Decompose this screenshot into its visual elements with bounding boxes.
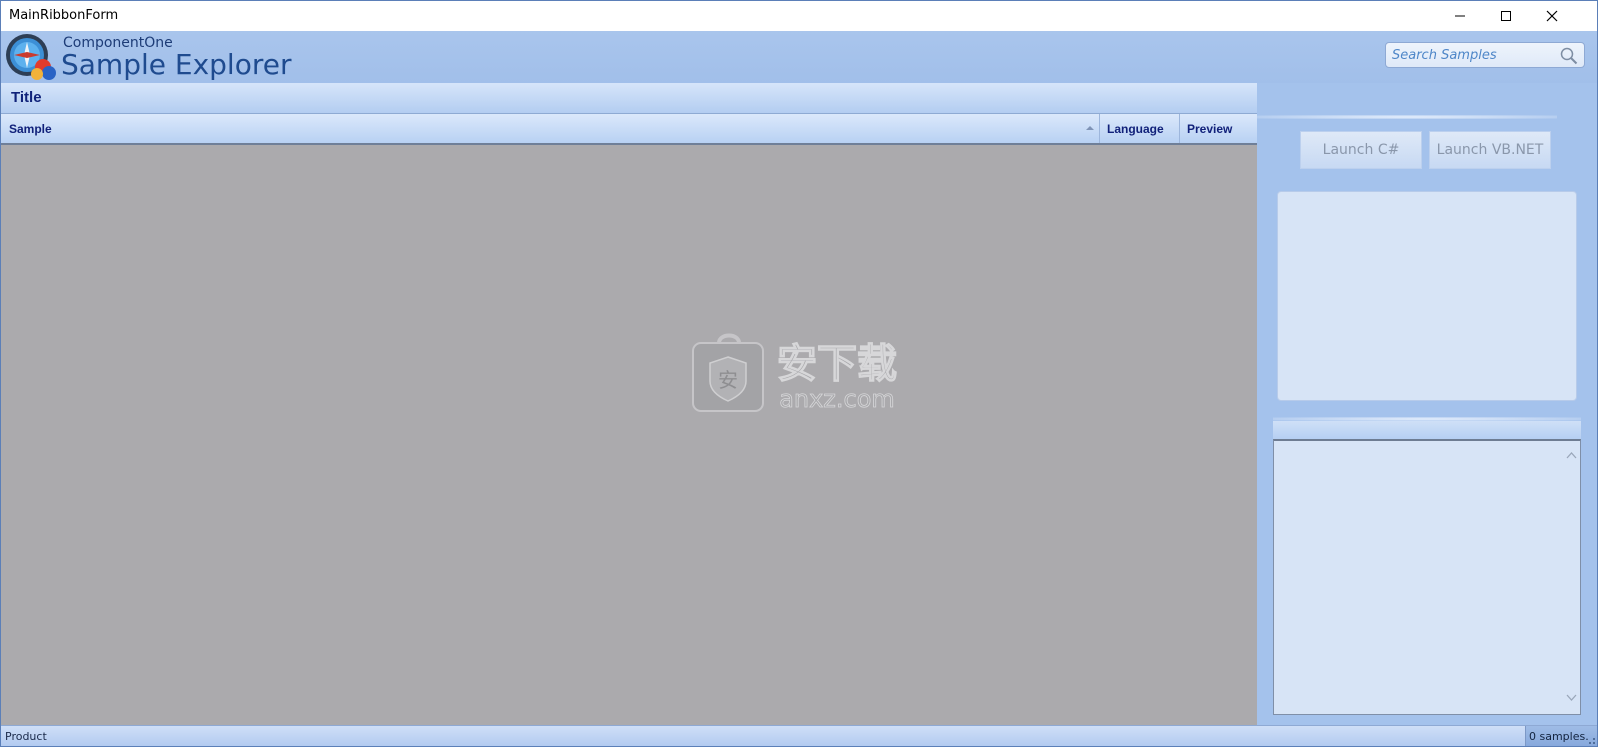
search-icon[interactable] [1560, 47, 1578, 65]
column-header-label: Preview [1187, 122, 1233, 136]
column-header-label: Sample [9, 122, 52, 136]
description-header [1273, 421, 1581, 439]
launch-csharp-button[interactable]: Launch C# [1300, 131, 1422, 169]
minimize-icon [1455, 15, 1465, 17]
watermark-url-text: anxz.com [779, 385, 895, 413]
scroll-down-icon[interactable] [1566, 694, 1577, 702]
status-product: Product [5, 730, 47, 743]
samples-pane: Title Sample Language Preview 安 安下载 anxz… [1, 83, 1257, 725]
scroll-up-icon[interactable] [1566, 451, 1577, 459]
window-title: MainRibbonForm [9, 8, 119, 23]
close-icon [1546, 10, 1558, 22]
grid-header: Sample Language Preview [1, 114, 1257, 145]
search-box[interactable] [1385, 42, 1585, 68]
resize-grip-icon[interactable] [1586, 735, 1596, 745]
grid-title-band: Title [1, 83, 1257, 114]
description-textbox[interactable] [1273, 439, 1581, 715]
column-header-sample[interactable]: Sample [1, 114, 1100, 143]
close-button[interactable] [1529, 1, 1575, 31]
grid-title: Title [11, 89, 42, 106]
minimize-button[interactable] [1437, 1, 1483, 31]
brand-product-title: Sample Explorer [61, 48, 292, 81]
watermark-badge-char: 安 [718, 368, 738, 392]
watermark-cn-text: 安下载 [777, 341, 897, 387]
search-input[interactable] [1392, 45, 1552, 65]
sort-ascending-icon [1086, 126, 1094, 130]
launch-vbnet-button[interactable]: Launch VB.NET [1429, 131, 1551, 169]
title-bar: MainRibbonForm [1, 1, 1597, 31]
details-pane: Launch C# Launch VB.NET [1257, 83, 1597, 725]
column-header-language[interactable]: Language [1100, 114, 1180, 143]
maximize-icon [1501, 11, 1511, 21]
column-header-label: Language [1107, 122, 1164, 136]
compass-logo-icon [6, 34, 56, 80]
vertical-scrollbar[interactable] [1563, 441, 1580, 714]
maximize-button[interactable] [1483, 1, 1529, 31]
column-header-preview[interactable]: Preview [1180, 114, 1257, 143]
separator [1257, 115, 1557, 119]
preview-image-box [1277, 191, 1577, 401]
status-count-panel: 0 samples. [1525, 726, 1597, 746]
status-sample-count: 0 samples. [1529, 730, 1589, 743]
app-header: ComponentOne Sample Explorer [1, 31, 1597, 83]
watermark-logo: 安 安下载 anxz.com [692, 333, 898, 413]
status-bar: Product 0 samples. [1, 725, 1597, 746]
main-window: MainRibbonForm ComponentOne Sample Explo… [0, 0, 1598, 747]
